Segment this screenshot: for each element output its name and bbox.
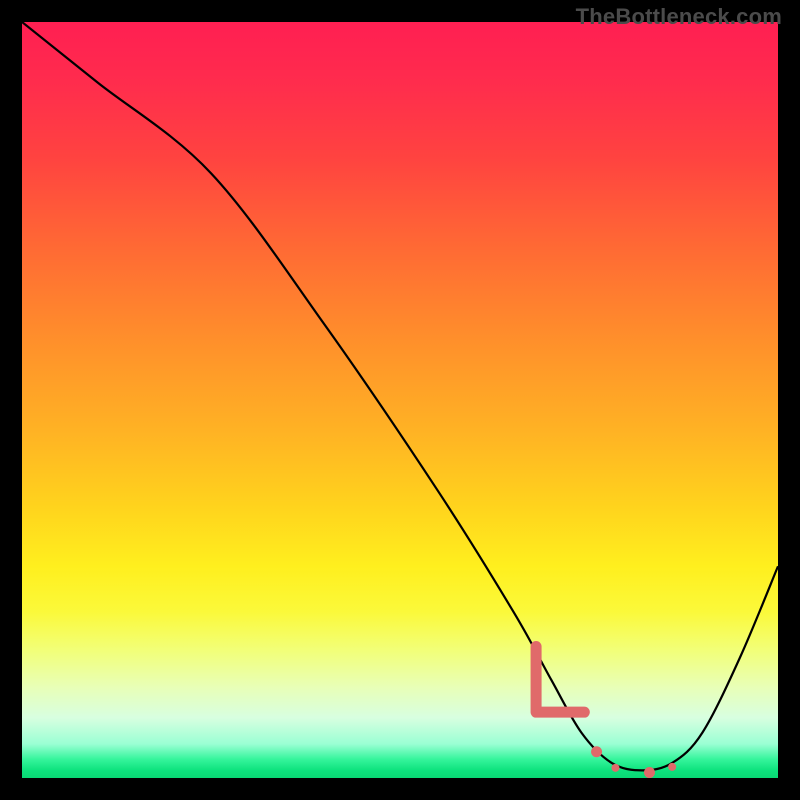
watermark-label: TheBottleneck.com [576, 4, 782, 30]
chart-container: TheBottleneck.com [0, 0, 800, 800]
bottleneck-curve-path [22, 22, 778, 770]
highlight-dot [668, 763, 676, 771]
curve-layer [22, 22, 778, 770]
highlight-dot [644, 767, 655, 778]
highlight-dot [591, 746, 602, 757]
plot-area [22, 22, 778, 778]
highlight-dot [611, 764, 619, 772]
curve-svg [22, 22, 778, 778]
highlight-segment [536, 647, 584, 713]
